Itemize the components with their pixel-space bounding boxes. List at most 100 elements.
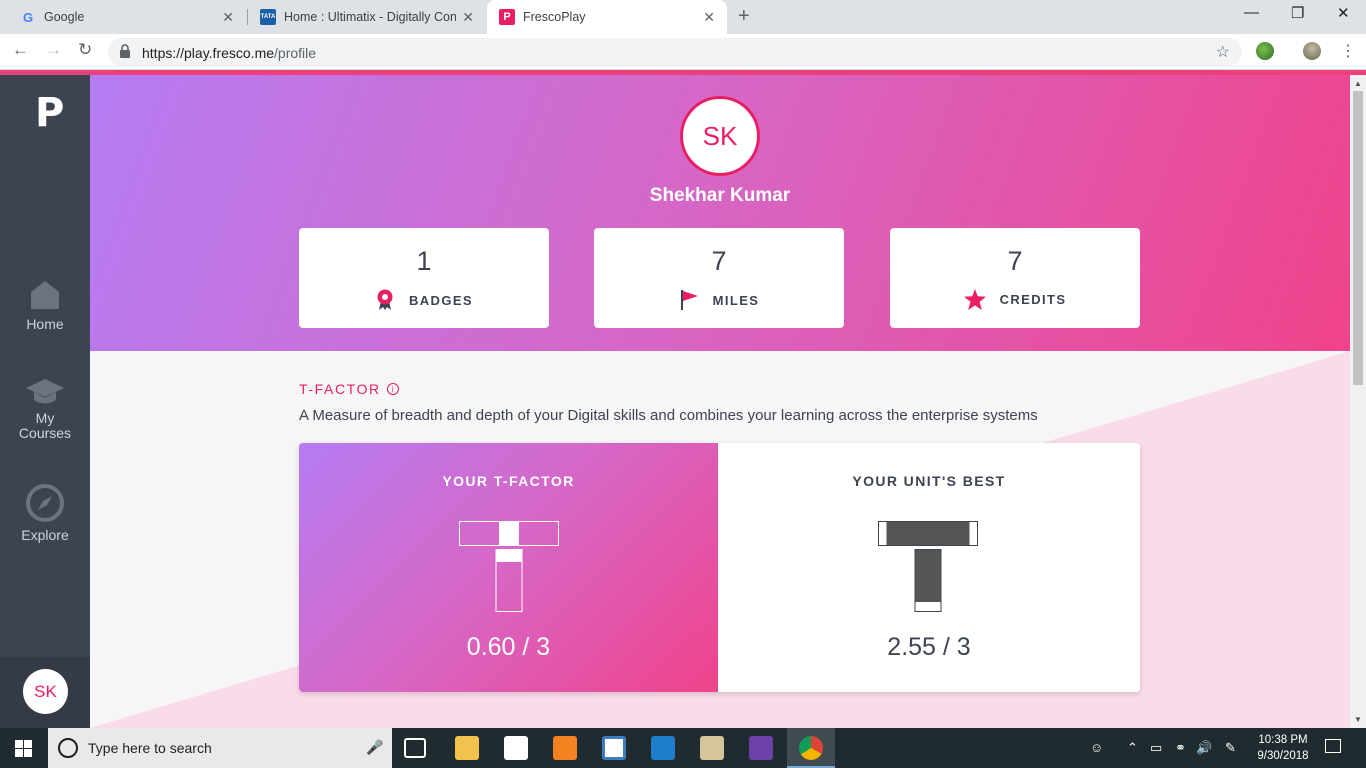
tab-google[interactable]: G Google ✕ [8, 0, 246, 34]
stat-label: CREDITS [999, 292, 1067, 307]
tfactor-title: T-FACTOR [299, 381, 381, 397]
taskbar-clock[interactable]: 10:38 PM 9/30/2018 [1250, 732, 1316, 764]
stat-value: 7 [1007, 246, 1023, 276]
frescoplay-logo[interactable]: P [35, 90, 64, 136]
compass-icon [26, 484, 64, 522]
sidebar-item-label: Home [26, 316, 64, 332]
flag-icon [680, 290, 698, 310]
stat-label-row: MILES [594, 289, 844, 311]
your-tfactor-panel: YOUR T-FACTOR 0.60 / 3 [299, 443, 718, 692]
sidebar-item-label: Explore [21, 527, 69, 543]
visual-studio-icon[interactable] [749, 736, 773, 760]
profile-avatar-icon[interactable] [1303, 42, 1321, 60]
restore-icon[interactable]: ❐ [1291, 4, 1304, 22]
action-center-icon[interactable] [1325, 739, 1341, 753]
page-scrollbar[interactable]: ▲ ▼ [1350, 75, 1366, 728]
volume-icon[interactable]: 🔊 [1196, 740, 1212, 756]
stat-label-row: BADGES [299, 289, 549, 311]
browser-toolbar: ← → ↻ https://play.fresco.me/profile ☆ ⋮ [0, 34, 1366, 70]
app-icon[interactable] [602, 736, 626, 760]
tab-ultimatix[interactable]: TATA Home : Ultimatix - Digitally Conn ✕ [248, 0, 486, 34]
tfactor-heading: T-FACTOR i [299, 381, 399, 397]
unit-best-panel: YOUR UNIT'S BEST 2.55 / 3 [718, 443, 1140, 692]
close-tab-icon[interactable]: ✕ [703, 9, 715, 26]
bookmark-star-icon[interactable]: ☆ [1216, 42, 1230, 62]
chrome-icon[interactable] [799, 736, 823, 760]
sidebar-item-label: My Courses [18, 410, 72, 441]
your-tfactor-score: 0.60 / 3 [466, 633, 551, 661]
badge-icon [377, 289, 393, 310]
unit-best-label: YOUR UNIT'S BEST [852, 473, 1006, 489]
taskbar-search[interactable]: Type here to search 🎤 [48, 728, 392, 768]
sidebar-item-my-courses[interactable]: My Courses [0, 377, 90, 441]
tata-icon: TATA [260, 9, 276, 25]
star-icon [963, 289, 986, 310]
sidebar-profile: SK [0, 657, 90, 728]
stat-card-miles[interactable]: 7 MILES [594, 228, 844, 328]
tab-title: Home : Ultimatix - Digitally Conn [284, 10, 457, 24]
stat-label-row: CREDITS [890, 289, 1140, 310]
google-g-icon: G [22, 9, 34, 25]
stat-card-credits[interactable]: 7 CREDITS [890, 228, 1140, 328]
browser-menu-icon[interactable]: ⋮ [1340, 41, 1356, 61]
profile-page: SK Shekhar Kumar 1 BADGES 7 MILES 7 CRED… [90, 75, 1350, 728]
new-tab-button[interactable]: + [738, 5, 750, 28]
scrollbar-thumb[interactable] [1353, 91, 1363, 385]
browser-tabstrip: G Google ✕ TATA Home : Ultimatix - Digit… [0, 0, 1366, 34]
clock-time: 10:38 PM [1258, 734, 1308, 746]
file-explorer-icon[interactable] [455, 736, 479, 760]
close-window-icon[interactable]: ✕ [1337, 4, 1350, 22]
profile-avatar: SK [680, 96, 760, 176]
address-bar[interactable]: https://play.fresco.me/profile ☆ [108, 38, 1242, 66]
tray-chevron-up-icon[interactable]: ⌃ [1127, 740, 1138, 756]
tab-title: FrescoPlay [523, 10, 586, 24]
windows-start-icon[interactable] [15, 740, 32, 757]
unit-best-t-shape [878, 521, 978, 612]
profile-header: SK Shekhar Kumar 1 BADGES 7 MILES 7 CRED… [90, 75, 1350, 351]
battery-icon[interactable]: ▭ [1150, 740, 1162, 756]
windows-taskbar: Type here to search 🎤 ☺ ⌃ ▭ ⚭ 🔊 ✎ 10:38 … [0, 728, 1366, 768]
sidebar-item-home[interactable]: Home [0, 278, 90, 332]
sidebar-item-explore[interactable]: Explore [0, 483, 90, 543]
microphone-icon[interactable]: 🎤 [366, 739, 383, 756]
your-tfactor-t-shape [459, 521, 559, 612]
tfactor-description: A Measure of breadth and depth of your D… [299, 407, 1038, 424]
close-tab-icon[interactable]: ✕ [222, 9, 234, 26]
store-icon[interactable] [504, 736, 528, 760]
profile-name: Shekhar Kumar [649, 185, 791, 206]
forward-arrow-icon[interactable]: → [45, 40, 62, 60]
app-sidebar: P Home My Courses Explore SK [0, 75, 90, 728]
frescoplay-p-icon: P [499, 9, 515, 25]
lock-icon [120, 44, 130, 58]
search-placeholder: Type here to search [88, 740, 212, 756]
minimize-icon[interactable]: — [1244, 4, 1259, 21]
people-icon[interactable]: ☺ [1090, 740, 1103, 755]
graduation-cap-icon [26, 379, 64, 404]
extension-icon[interactable] [1256, 42, 1274, 60]
url-text: https://play.fresco.me/profile [142, 45, 317, 61]
pen-icon[interactable]: ✎ [1225, 740, 1236, 756]
scroll-up-icon[interactable]: ▲ [1354, 79, 1362, 88]
reload-icon[interactable]: ↻ [78, 40, 92, 60]
info-icon[interactable]: i [386, 383, 399, 395]
tools-icon[interactable] [700, 736, 724, 760]
avatar[interactable]: SK [23, 669, 68, 714]
back-arrow-icon[interactable]: ← [12, 40, 29, 60]
stat-value: 1 [416, 246, 432, 276]
stat-card-badges[interactable]: 1 BADGES [299, 228, 549, 328]
tab-title: Google [44, 10, 85, 24]
tfactor-card: YOUR T-FACTOR 0.60 / 3 YOUR UNIT'S BEST … [299, 443, 1140, 692]
tab-frescoplay[interactable]: P FrescoPlay ✕ [487, 0, 727, 34]
task-view-icon[interactable] [404, 738, 426, 758]
unit-best-score: 2.55 / 3 [887, 633, 971, 661]
wifi-icon[interactable]: ⚭ [1175, 740, 1186, 756]
close-tab-icon[interactable]: ✕ [462, 9, 474, 26]
scroll-down-icon[interactable]: ▼ [1354, 715, 1362, 724]
sublime-text-icon[interactable] [553, 736, 577, 760]
stat-value: 7 [711, 246, 727, 276]
home-icon [31, 281, 59, 309]
your-tfactor-label: YOUR T-FACTOR [442, 473, 575, 489]
vscode-icon[interactable] [651, 736, 675, 760]
clock-date: 9/30/2018 [1257, 750, 1309, 762]
cortana-icon [58, 738, 78, 758]
